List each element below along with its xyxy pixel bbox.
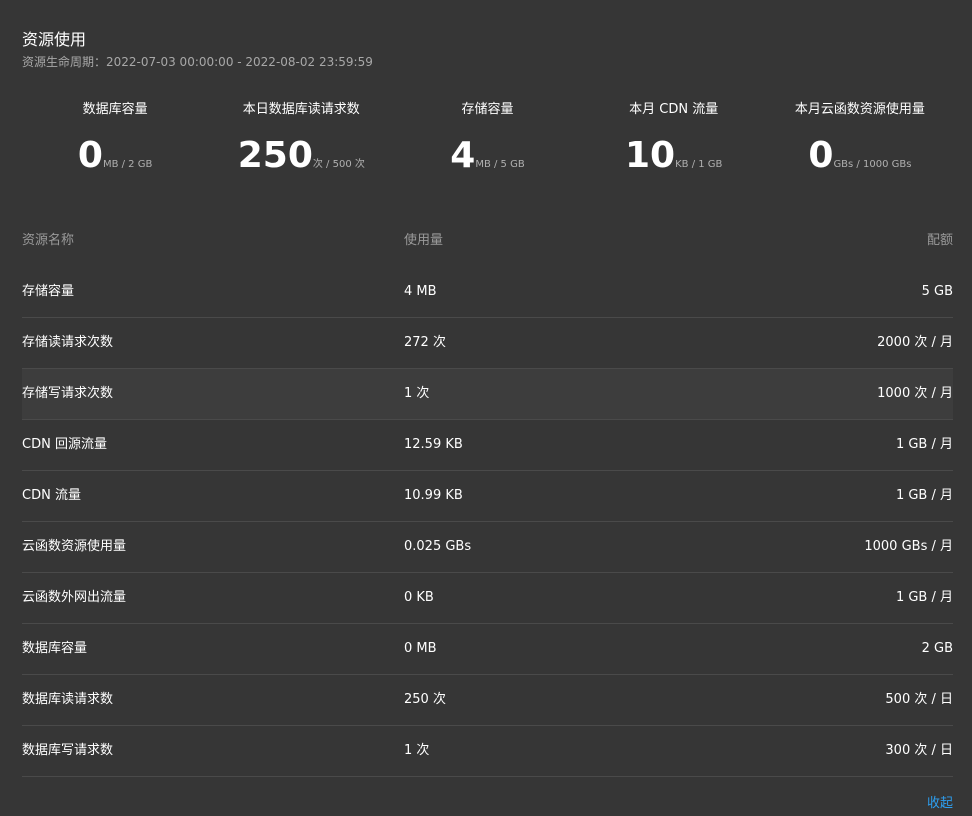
resource-quota: 300 次 / 日 <box>885 743 953 758</box>
stat-label: 本月 CDN 流量 <box>629 102 719 117</box>
resource-usage: 272 次 <box>404 335 446 350</box>
stat-value-line: 250次 / 500 次 <box>208 136 394 176</box>
stat-cdn-traffic-month: 本月 CDN 流量 10KB / 1 GB <box>581 100 767 190</box>
resource-usage: 10.99 KB <box>404 488 463 503</box>
stat-value: 0 <box>77 135 103 176</box>
stat-value-line: 0MB / 2 GB <box>22 136 208 176</box>
table-row: 数据库读请求数 250 次 500 次 / 日 <box>22 675 953 726</box>
resource-usage: 1 次 <box>404 386 430 401</box>
resource-quota: 500 次 / 日 <box>885 692 953 707</box>
lifecycle-period: 资源生命周期：2022-07-03 00:00:00 - 2022-08-02 … <box>22 55 373 69</box>
resource-name: 数据库容量 <box>22 641 88 656</box>
usage-summary: 数据库容量 0MB / 2 GB 本日数据库读请求数 250次 / 500 次 … <box>22 100 953 190</box>
resource-usage: 250 次 <box>404 692 446 707</box>
resource-quota: 5 GB <box>921 284 953 299</box>
stat-unit: MB / 5 GB <box>475 159 525 170</box>
stat-value: 4 <box>450 135 476 176</box>
table-row: 存储读请求次数 272 次 2000 次 / 月 <box>22 318 953 369</box>
stat-value: 0 <box>808 135 834 176</box>
resource-quota: 2000 次 / 月 <box>877 335 953 350</box>
table-row: 数据库写请求数 1 次 300 次 / 日 <box>22 726 953 777</box>
stat-storage-capacity: 存储容量 4MB / 5 GB <box>394 100 580 190</box>
resource-name: 云函数外网出流量 <box>22 590 127 605</box>
stat-unit: MB / 2 GB <box>102 159 153 170</box>
resource-table: 资源名称 使用量 配额 存储容量 4 MB 5 GB 存储读请求次数 272 次… <box>22 222 953 777</box>
resource-quota: 1000 次 / 月 <box>877 386 953 401</box>
stat-unit: 次 / 500 次 <box>312 159 365 170</box>
resource-usage: 0 KB <box>404 590 434 605</box>
stat-value: 250 <box>237 135 313 176</box>
resource-usage: 4 MB <box>404 284 437 299</box>
collapse-link[interactable]: 收起 <box>927 792 953 811</box>
resource-quota: 1 GB / 月 <box>895 590 953 605</box>
stat-value-line: 10KB / 1 GB <box>581 136 767 176</box>
resource-name: 数据库读请求数 <box>22 692 114 707</box>
resource-name: 数据库写请求数 <box>22 743 114 758</box>
resource-name: CDN 回源流量 <box>22 437 107 452</box>
table-row: CDN 回源流量 12.59 KB 1 GB / 月 <box>22 420 953 471</box>
stat-label: 数据库容量 <box>82 102 148 117</box>
resource-name: CDN 流量 <box>22 488 81 503</box>
stat-db-capacity: 数据库容量 0MB / 2 GB <box>22 100 208 190</box>
stat-label: 本月云函数资源使用量 <box>794 102 925 117</box>
table-row: 云函数外网出流量 0 KB 1 GB / 月 <box>22 573 953 624</box>
resource-usage: 0 MB <box>404 641 437 656</box>
table-row: CDN 流量 10.99 KB 1 GB / 月 <box>22 471 953 522</box>
resource-quota: 1 GB / 月 <box>895 488 953 503</box>
stat-label: 存储容量 <box>461 102 514 117</box>
stat-label: 本日数据库读请求数 <box>242 102 360 117</box>
stat-db-reads-today: 本日数据库读请求数 250次 / 500 次 <box>208 100 394 190</box>
stat-cloud-function-month: 本月云函数资源使用量 0GBs / 1000 GBs <box>767 100 953 190</box>
table-row: 数据库容量 0 MB 2 GB <box>22 624 953 675</box>
page-title: 资源使用 <box>22 30 87 49</box>
table-row: 存储写请求次数 1 次 1000 次 / 月 <box>22 369 953 420</box>
table-row: 存储容量 4 MB 5 GB <box>22 267 953 318</box>
resource-quota: 2 GB <box>921 641 953 656</box>
resource-usage: 1 次 <box>404 743 430 758</box>
stat-value-line: 4MB / 5 GB <box>394 136 580 176</box>
header-resource-name: 资源名称 <box>22 233 75 248</box>
header-quota: 配额 <box>926 233 953 248</box>
resource-usage: 0.025 GBs <box>404 539 472 554</box>
stat-unit: KB / 1 GB <box>675 159 723 170</box>
resource-name: 存储容量 <box>22 284 75 299</box>
table-row: 云函数资源使用量 0.025 GBs 1000 GBs / 月 <box>22 522 953 573</box>
resource-usage: 12.59 KB <box>404 437 463 452</box>
resource-name: 存储写请求次数 <box>22 386 114 401</box>
header-usage: 使用量 <box>404 233 444 248</box>
resource-quota: 1 GB / 月 <box>895 437 953 452</box>
table-header: 资源名称 使用量 配额 <box>22 222 953 260</box>
stat-unit: GBs / 1000 GBs <box>833 159 912 170</box>
stat-value-line: 0GBs / 1000 GBs <box>767 136 953 176</box>
resource-quota: 1000 GBs / 月 <box>864 539 953 554</box>
resource-name: 存储读请求次数 <box>22 335 114 350</box>
stat-value: 10 <box>625 135 676 176</box>
resource-usage-panel: 资源使用 资源生命周期：2022-07-03 00:00:00 - 2022-0… <box>0 0 972 816</box>
resource-name: 云函数资源使用量 <box>22 539 127 554</box>
